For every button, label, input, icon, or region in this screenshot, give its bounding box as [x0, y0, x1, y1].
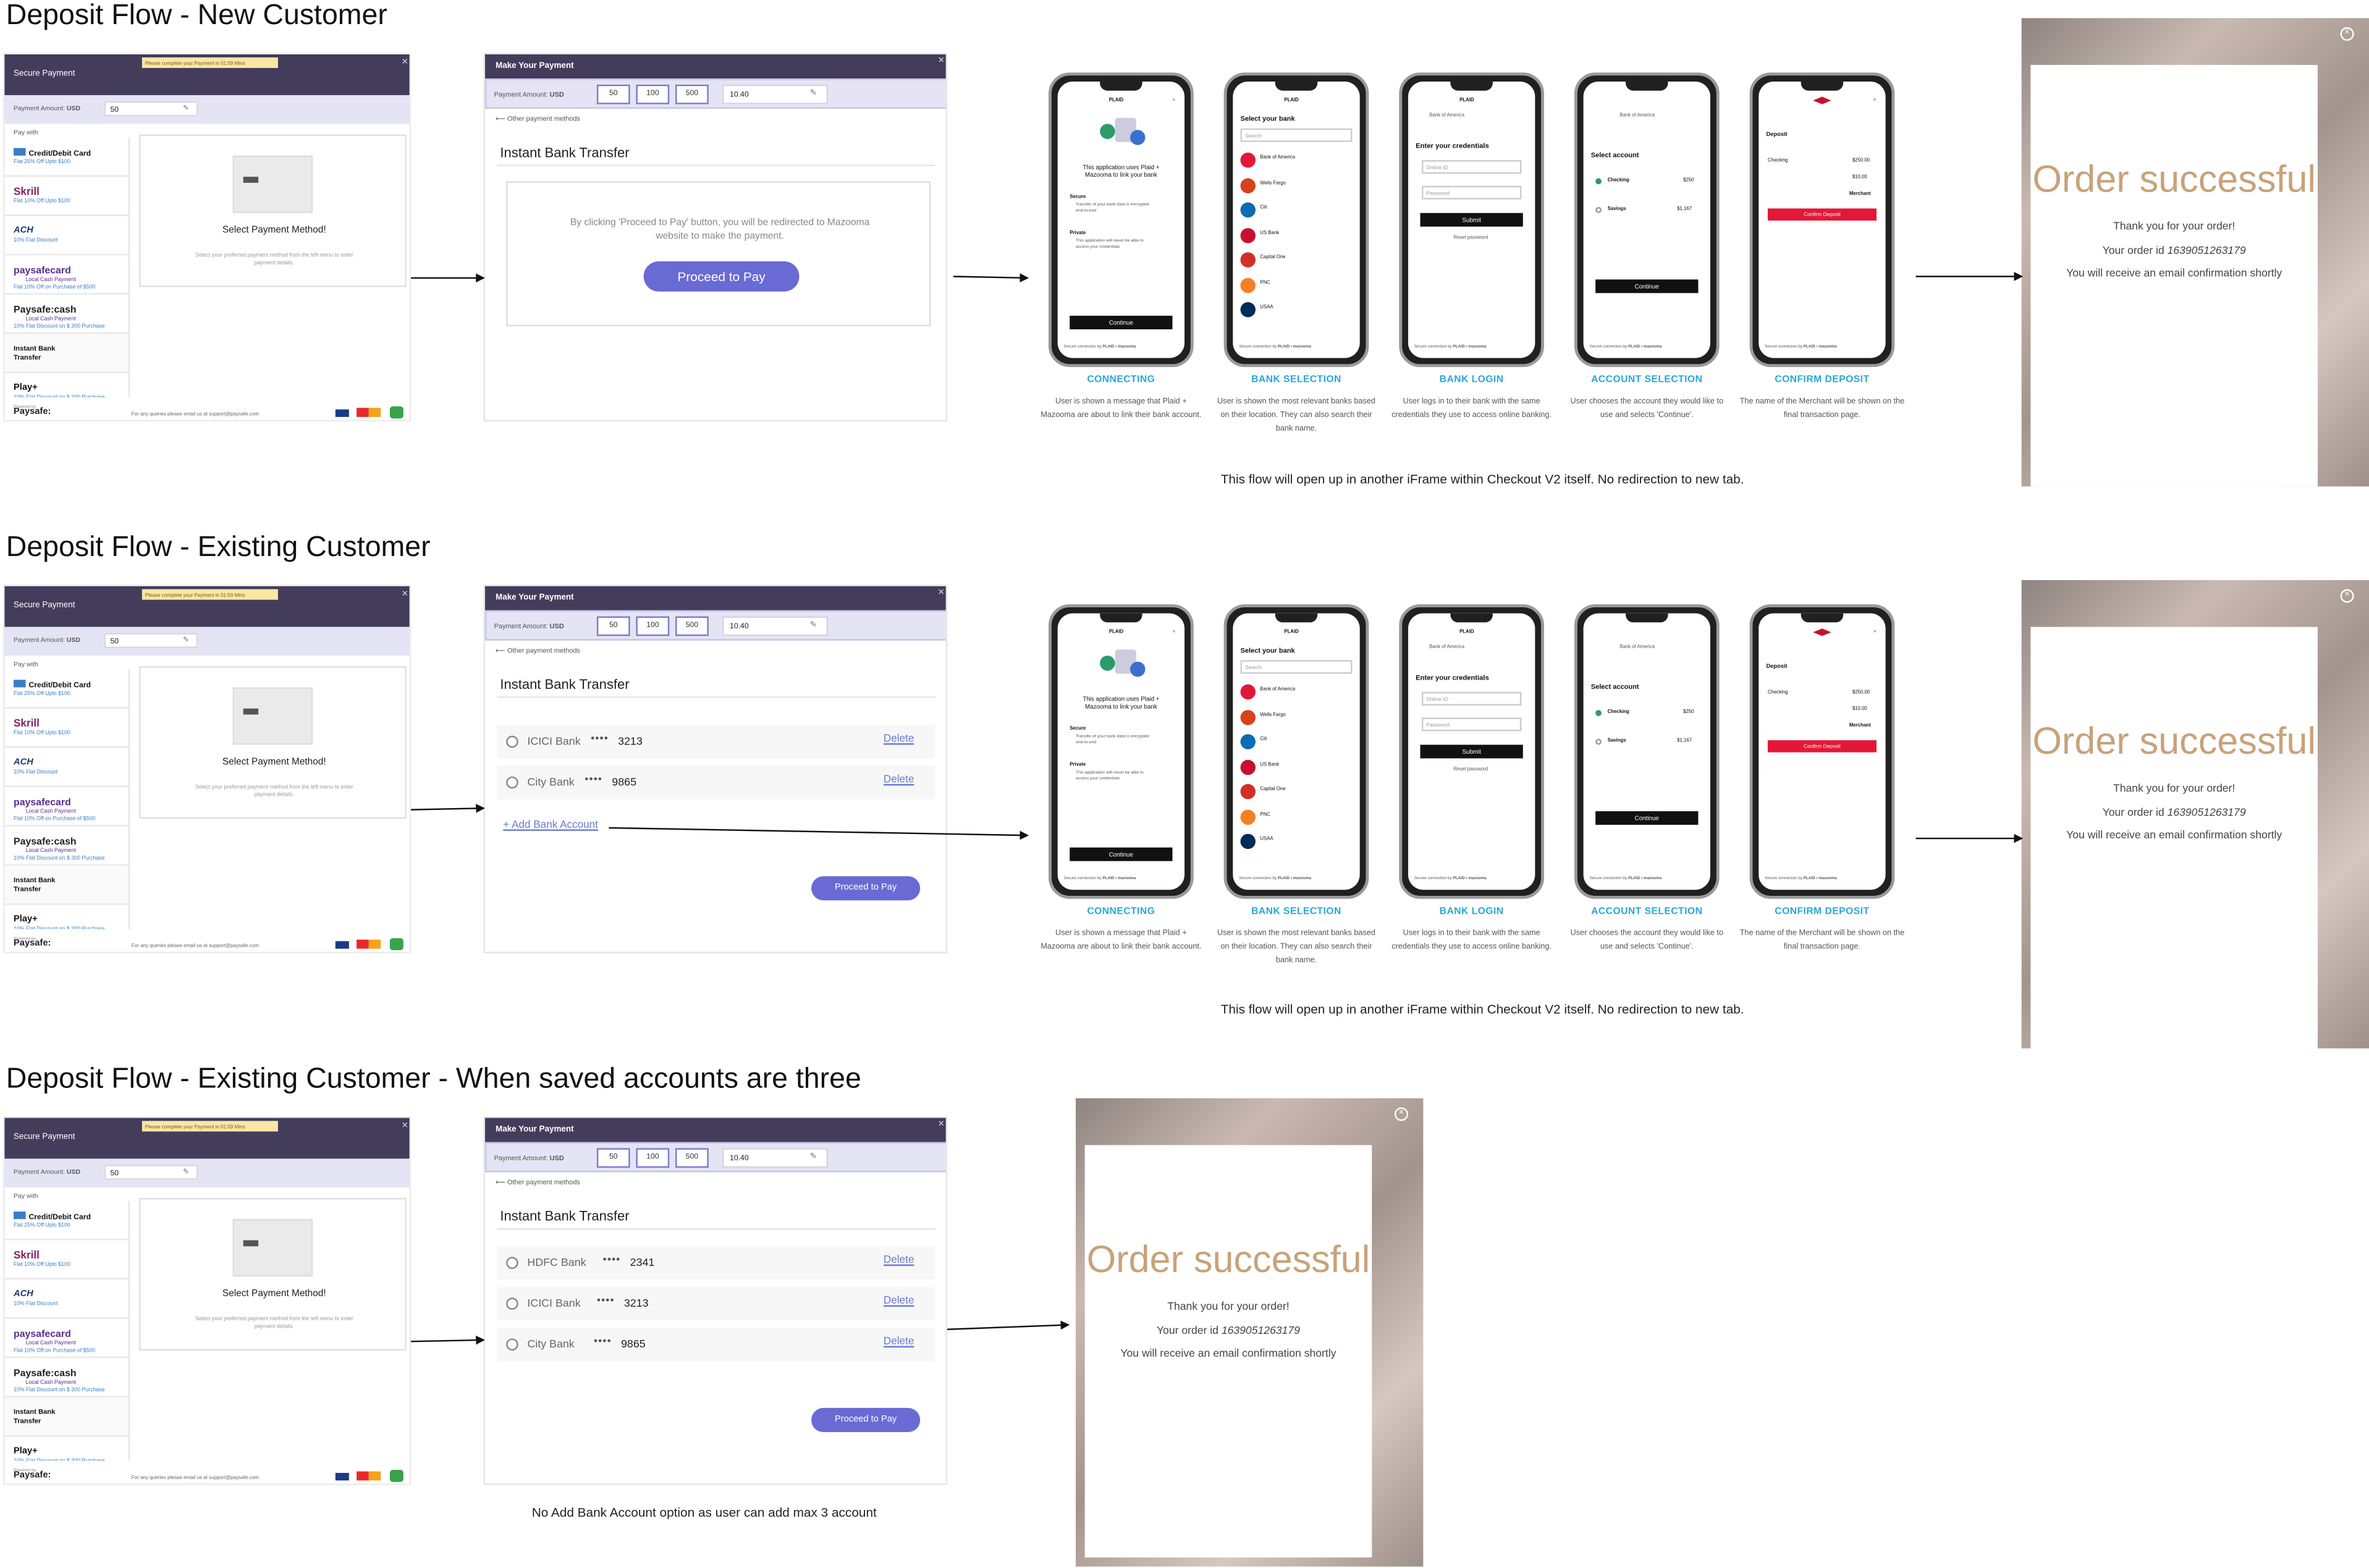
flow-arrow: [947, 1320, 1070, 1330]
flow-arrow: [953, 273, 1029, 283]
flow-arrows: [411, 272, 2024, 1345]
flow-arrow: [609, 827, 1029, 840]
flow-arrow: [411, 804, 485, 813]
flow-canvas: Deposit Flow - New Customer Deposit Flow…: [0, 0, 2369, 1568]
flow-arrow: [411, 1335, 485, 1345]
